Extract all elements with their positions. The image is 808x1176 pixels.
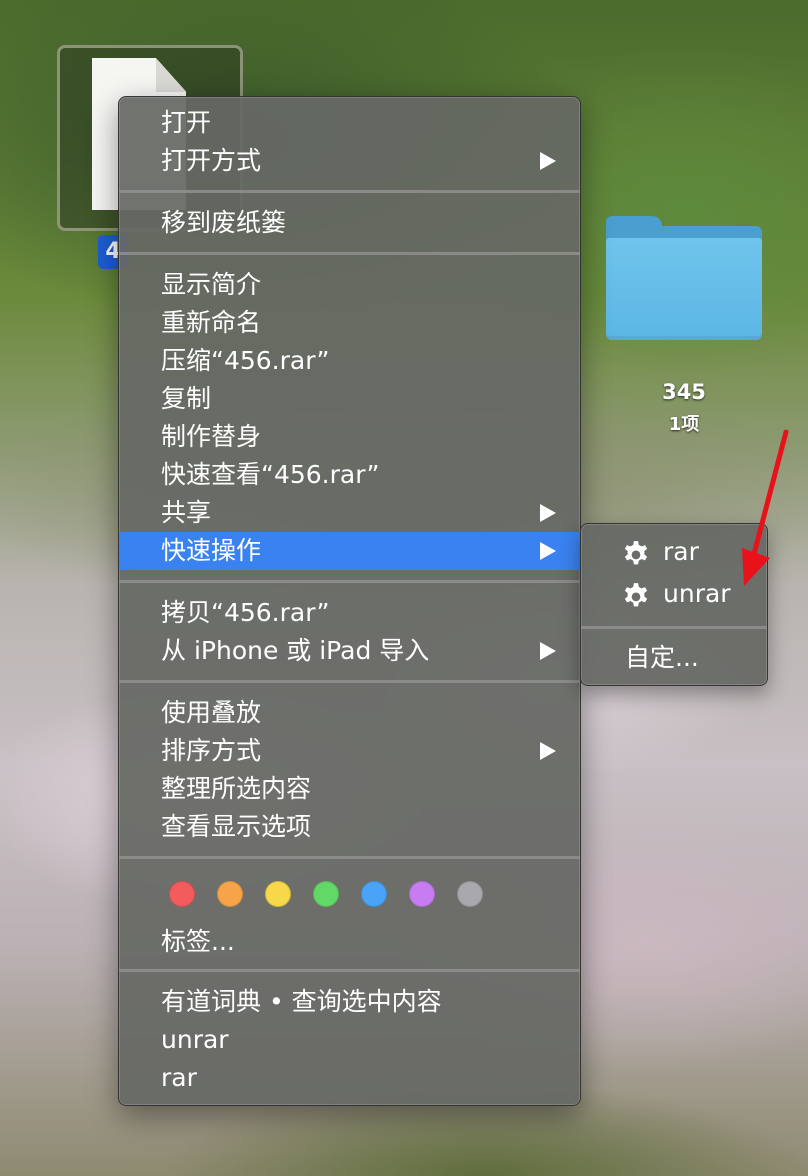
- menu-item-label: 从 iPhone 或 iPad 导入: [161, 636, 430, 665]
- submenu-arrow-icon: [540, 542, 556, 560]
- menu-separator: [119, 580, 580, 583]
- tag-red-dot[interactable]: [169, 881, 195, 907]
- menu-item-duplicate[interactable]: 复制: [119, 380, 580, 418]
- menu-separator: [119, 969, 580, 972]
- tag-gray-dot[interactable]: [457, 881, 483, 907]
- menu-item-label: 打开方式: [161, 146, 262, 175]
- menu-item-label: 共享: [161, 498, 212, 527]
- menu-item-sort-by[interactable]: 排序方式: [119, 732, 580, 770]
- tag-orange-dot[interactable]: [217, 881, 243, 907]
- menu-item-copy[interactable]: 拷贝“456.rar”: [119, 594, 580, 632]
- menu-item-label: 排序方式: [161, 736, 262, 765]
- menu-item-quick-actions[interactable]: 快速操作: [119, 532, 580, 570]
- menu-item-compress[interactable]: 压缩“456.rar”: [119, 342, 580, 380]
- menu-item-make-alias[interactable]: 制作替身: [119, 418, 580, 456]
- menu-item-get-info[interactable]: 显示简介: [119, 266, 580, 304]
- tag-yellow-dot[interactable]: [265, 881, 291, 907]
- tag-purple-dot[interactable]: [409, 881, 435, 907]
- menu-item-rename[interactable]: 重新命名: [119, 304, 580, 342]
- menu-separator: [119, 190, 580, 193]
- submenu-item-customize[interactable]: 自定...: [581, 638, 767, 678]
- tag-green-dot[interactable]: [313, 881, 339, 907]
- folder-name[interactable]: 345: [624, 380, 744, 404]
- menu-separator: [119, 680, 580, 683]
- menu-item-show-view-options[interactable]: 查看显示选项: [119, 808, 580, 846]
- menu-item-rar[interactable]: rar: [119, 1059, 580, 1097]
- menu-item-open[interactable]: 打开: [119, 104, 580, 142]
- submenu-arrow-icon: [540, 152, 556, 170]
- folder-icon[interactable]: [606, 216, 762, 340]
- menu-item-clean-up-selection[interactable]: 整理所选内容: [119, 770, 580, 808]
- annotation-arrow-icon: [742, 429, 789, 586]
- menu-item-open-with[interactable]: 打开方式: [119, 142, 580, 180]
- submenu-item-label: rar: [663, 537, 699, 566]
- gear-icon: [624, 583, 648, 607]
- menu-separator: [119, 856, 580, 859]
- menu-item-share[interactable]: 共享: [119, 494, 580, 532]
- gear-icon: [624, 541, 648, 565]
- menu-item-tags[interactable]: 标签...: [119, 923, 580, 961]
- menu-item-unrar[interactable]: unrar: [119, 1021, 580, 1059]
- tag-blue-dot[interactable]: [361, 881, 387, 907]
- menu-item-youdao-lookup[interactable]: 有道词典 • 查询选中内容: [119, 983, 580, 1021]
- submenu-arrow-icon: [540, 504, 556, 522]
- menu-separator: [581, 626, 767, 629]
- menu-item-import-from-iphone[interactable]: 从 iPhone 或 iPad 导入: [119, 632, 580, 670]
- menu-item-label: 快速操作: [161, 536, 262, 565]
- context-menu: 打开 打开方式 移到废纸篓 显示简介 重新命名 压缩“456.rar” 复制 制…: [118, 96, 581, 1106]
- menu-item-use-stacks[interactable]: 使用叠放: [119, 694, 580, 732]
- menu-item-move-to-trash[interactable]: 移到废纸篓: [119, 204, 580, 242]
- menu-item-quick-look[interactable]: 快速查看“456.rar”: [119, 456, 580, 494]
- menu-separator: [119, 252, 580, 255]
- submenu-arrow-icon: [540, 642, 556, 660]
- submenu-arrow-icon: [540, 742, 556, 760]
